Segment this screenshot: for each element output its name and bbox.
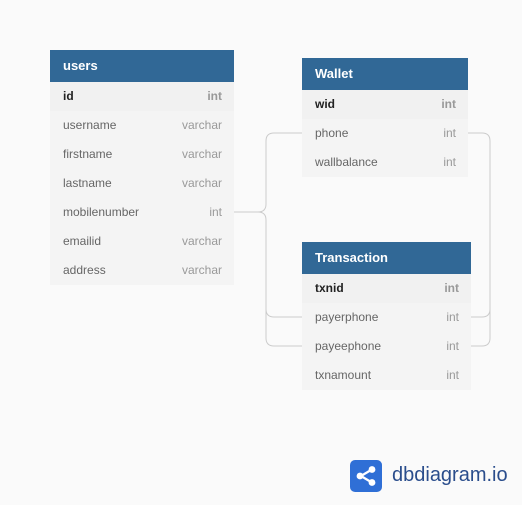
brand-name: dbdiagram.io (392, 464, 508, 486)
field-row[interactable]: lastname varchar (50, 169, 234, 198)
field-name: wallbalance (315, 155, 378, 169)
field-type: int (446, 368, 459, 382)
field-row[interactable]: mobilenumber int (50, 198, 234, 227)
field-row[interactable]: txnid int (302, 274, 471, 303)
field-type: int (209, 205, 222, 219)
field-type: int (207, 89, 222, 103)
field-type: int (441, 97, 456, 111)
field-row[interactable]: wid int (302, 90, 468, 119)
field-type: int (444, 281, 459, 295)
field-type: int (446, 310, 459, 324)
field-row[interactable]: wallbalance int (302, 148, 468, 177)
field-name: lastname (63, 176, 112, 190)
field-name: firstname (63, 147, 113, 161)
link-users-transaction-payeephone (265, 309, 302, 347)
table-header-users[interactable]: users (50, 50, 234, 82)
field-name: txnamount (315, 368, 372, 382)
field-type: int (443, 126, 456, 140)
field-type: varchar (181, 118, 222, 132)
table-header-wallet[interactable]: Wallet (302, 58, 468, 90)
field-name: mobilenumber (63, 205, 140, 219)
field-name: txnid (315, 281, 344, 295)
field-row[interactable]: username varchar (50, 111, 234, 140)
field-name: phone (315, 126, 349, 140)
field-row[interactable]: payeephone int (302, 332, 471, 361)
field-row[interactable]: emailid varchar (50, 227, 234, 256)
field-name: payerphone (315, 310, 379, 324)
field-name: emailid (63, 234, 102, 248)
link-wallet-transaction-payeephone (471, 309, 491, 347)
link-users-wallet-phone (234, 132, 302, 213)
field-row[interactable]: firstname varchar (50, 140, 234, 169)
field-row[interactable]: id int (50, 82, 234, 111)
table-header-transaction[interactable]: Transaction (302, 242, 471, 274)
field-type: varchar (181, 176, 222, 190)
field-name: wid (315, 97, 335, 111)
table-users[interactable]: users id int username varchar firstname … (50, 50, 234, 285)
field-type: varchar (181, 234, 222, 248)
field-type: int (443, 155, 456, 169)
field-type: int (446, 339, 459, 353)
field-name: id (63, 89, 74, 103)
share-nodes-icon (350, 460, 382, 492)
field-row[interactable]: address varchar (50, 256, 234, 285)
field-name: address (63, 263, 106, 277)
diagram-canvas[interactable]: users id int username varchar firstname … (0, 0, 522, 505)
table-transaction[interactable]: Transaction txnid int payerphone int pay… (302, 242, 471, 390)
link-wallet-transaction-payerphone (468, 132, 491, 318)
field-row[interactable]: phone int (302, 119, 468, 148)
field-type: varchar (181, 263, 222, 277)
field-row[interactable]: payerphone int (302, 303, 471, 332)
field-row[interactable]: txnamount int (302, 361, 471, 390)
field-type: varchar (181, 147, 222, 161)
link-users-transaction-payerphone (257, 211, 302, 318)
field-name: payeephone (315, 339, 382, 353)
table-wallet[interactable]: Wallet wid int phone int wallbalance int (302, 58, 468, 177)
field-name: username (63, 118, 117, 132)
